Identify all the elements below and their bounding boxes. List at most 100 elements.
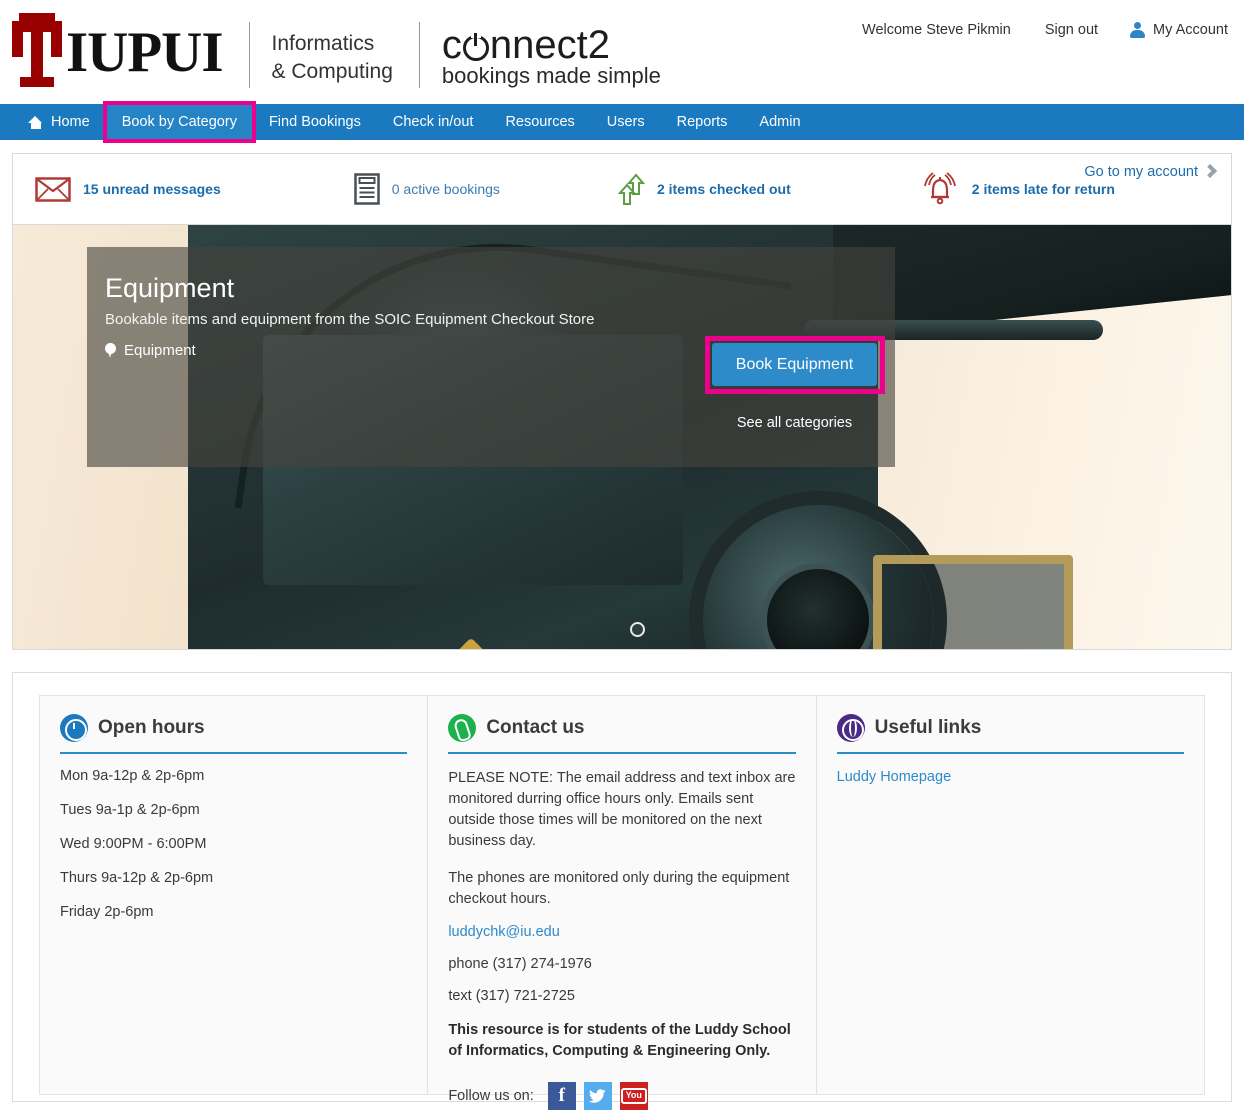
nav-label-home: Home [51, 114, 90, 130]
open-hours-rule [60, 752, 408, 754]
contact-us-rule [448, 752, 796, 754]
nav-item-home[interactable]: Home [12, 104, 106, 140]
contact-phones-note: The phones are monitored only during the… [448, 870, 790, 908]
exchange-arrows-icon [617, 172, 645, 205]
site-header: IUPUI Informatics & Computing c nnect2 bo… [0, 0, 1244, 104]
facebook-icon[interactable]: f [547, 1082, 576, 1111]
status-active-bookings[interactable]: 0 active bookings [354, 173, 500, 205]
nav-label-users: Users [606, 114, 645, 130]
book-equipment-button[interactable]: Book Equipment [712, 343, 877, 386]
header-divider-2 [418, 22, 420, 88]
main-navigation: Home Book by Category Find Bookings Chec… [0, 101, 1244, 143]
nav-item-resources[interactable]: Resources [489, 104, 590, 140]
contact-note: PLEASE NOTE: The email address and text … [448, 770, 796, 850]
power-symbol-icon [462, 31, 489, 61]
nav-label-book-by-category: Book by Category [121, 114, 237, 130]
department-name: Informatics & Computing [272, 30, 393, 85]
nav-item-find-bookings[interactable]: Find Bookings [253, 104, 377, 140]
contact-email-link[interactable]: luddychk@iu.edu [448, 924, 559, 940]
welcome-text: Welcome Steve Pikmin [862, 22, 1011, 38]
nav-label-resources: Resources [505, 114, 575, 130]
hero-carousel: Equipment Bookable items and equipment f… [12, 225, 1232, 650]
globe-icon [836, 714, 865, 742]
contact-us-title: Contact us [486, 717, 585, 738]
department-line-1: Informatics [271, 32, 375, 56]
nav-item-reports[interactable]: Reports [661, 104, 744, 140]
open-hours-line: Friday 2p-6pm [60, 904, 154, 920]
info-cards: Open hours Mon 9a-12p & 2p-6pm Tues 9a-1… [39, 695, 1205, 1111]
nav-label-find-bookings: Find Bookings [268, 114, 361, 130]
luddy-homepage-link[interactable]: Luddy Homepage [837, 769, 951, 785]
hero-location-label: Equipment [124, 342, 196, 359]
nav-item-check-in-out[interactable]: Check in/out [377, 104, 490, 140]
contact-us-card: Contact us PLEASE NOTE: The email addres… [428, 695, 817, 1111]
nav-item-users[interactable]: Users [591, 104, 661, 140]
youtube-icon[interactable]: You [619, 1082, 648, 1111]
open-hours-line: Mon 9a-12p & 2p-6pm [60, 768, 205, 784]
my-account-link[interactable]: My Account [1130, 22, 1228, 38]
useful-links-header: Useful links [836, 714, 1184, 752]
open-hours-line: Wed 9:00PM - 6:00PM [60, 836, 207, 852]
items-checked-out-label: 2 items checked out [656, 181, 791, 197]
useful-links-title: Useful links [874, 717, 982, 738]
hero-title: Equipment [105, 273, 235, 303]
nav-item-book-by-category[interactable]: Book by Category [102, 101, 256, 143]
phone-icon [448, 714, 477, 742]
open-hours-header: Open hours [60, 714, 407, 752]
my-account-label: My Account [1153, 22, 1228, 38]
nav-label-reports: Reports [676, 114, 728, 130]
status-summary-bar: 15 unread messages 0 active bookings 2 i… [12, 153, 1232, 225]
useful-links-rule [836, 752, 1184, 754]
open-hours-line: Thurs 9a-12p & 2p-6pm [60, 870, 214, 886]
product-name-post: nnect2 [489, 23, 611, 67]
home-icon [28, 115, 43, 129]
product-name: c nnect2 [442, 25, 661, 65]
contact-phone: phone (317) 274-1976 [448, 956, 592, 973]
status-unread-messages[interactable]: 15 unread messages [35, 176, 221, 202]
product-tagline: bookings made simple [441, 63, 661, 88]
hero-subtitle: Bookable items and equipment from the SO… [105, 311, 595, 328]
account-bar: Welcome Steve Pikmin Sign out My Account [862, 22, 1228, 38]
carousel-dot-1[interactable] [630, 622, 645, 637]
page-content: 15 unread messages 0 active bookings 2 i… [0, 153, 1244, 1111]
envelope-icon [35, 176, 71, 202]
university-wordmark: IUPUI [66, 20, 224, 84]
bell-alert-icon [923, 172, 956, 205]
chevron-right-icon [1202, 163, 1218, 179]
connect2-logo: c nnect2 bookings made simple [442, 25, 661, 89]
nav-item-admin[interactable]: Admin [743, 104, 816, 140]
unread-messages-label: 15 unread messages [83, 181, 221, 197]
status-items-checked-out[interactable]: 2 items checked out [617, 172, 791, 206]
person-icon [1130, 22, 1146, 38]
go-to-my-account-label: Go to my account [1084, 164, 1198, 180]
product-name-pre: c [441, 23, 462, 67]
useful-links-card: Useful links Luddy Homepage [816, 695, 1205, 1095]
info-panel: Open hours Mon 9a-12p & 2p-6pm Tues 9a-1… [12, 672, 1232, 1111]
twitter-icon[interactable] [583, 1082, 612, 1111]
items-late-label: 2 items late for return [971, 181, 1115, 197]
open-hours-line: Tues 9a-1p & 2p-6pm [60, 802, 200, 818]
nav-label-admin: Admin [759, 114, 801, 130]
contact-email: luddychk@iu.edu [448, 924, 795, 940]
contact-text: text (317) 721-2725 [448, 988, 575, 1005]
department-line-2: & Computing [271, 60, 393, 83]
follow-us-row: Follow us on: f You [448, 1082, 795, 1111]
contact-restriction: This resource is for students of the Lud… [448, 1022, 791, 1060]
useful-link-item: Luddy Homepage [837, 768, 1184, 786]
open-hours-card: Open hours Mon 9a-12p & 2p-6pm Tues 9a-1… [39, 695, 429, 1095]
location-pin-icon [105, 343, 116, 358]
follow-us-label: Follow us on: [448, 1088, 534, 1105]
brand-lockup: IUPUI Informatics & Computing c nnect2 bo… [0, 0, 661, 88]
go-to-my-account-link[interactable]: Go to my account [1084, 163, 1218, 180]
open-hours-title: Open hours [98, 717, 205, 738]
header-divider-1 [248, 22, 250, 88]
youtube-glyph: You [620, 1088, 647, 1104]
see-all-categories-link[interactable]: See all categories [712, 415, 877, 431]
nav-label-check-in-out: Check in/out [392, 114, 474, 130]
contact-us-header: Contact us [448, 714, 795, 752]
active-bookings-label: 0 active bookings [391, 181, 500, 197]
sign-out-link[interactable]: Sign out [1045, 22, 1098, 38]
iu-trident-logo-icon [10, 13, 64, 87]
document-icon [354, 173, 380, 205]
clock-icon [60, 714, 88, 742]
